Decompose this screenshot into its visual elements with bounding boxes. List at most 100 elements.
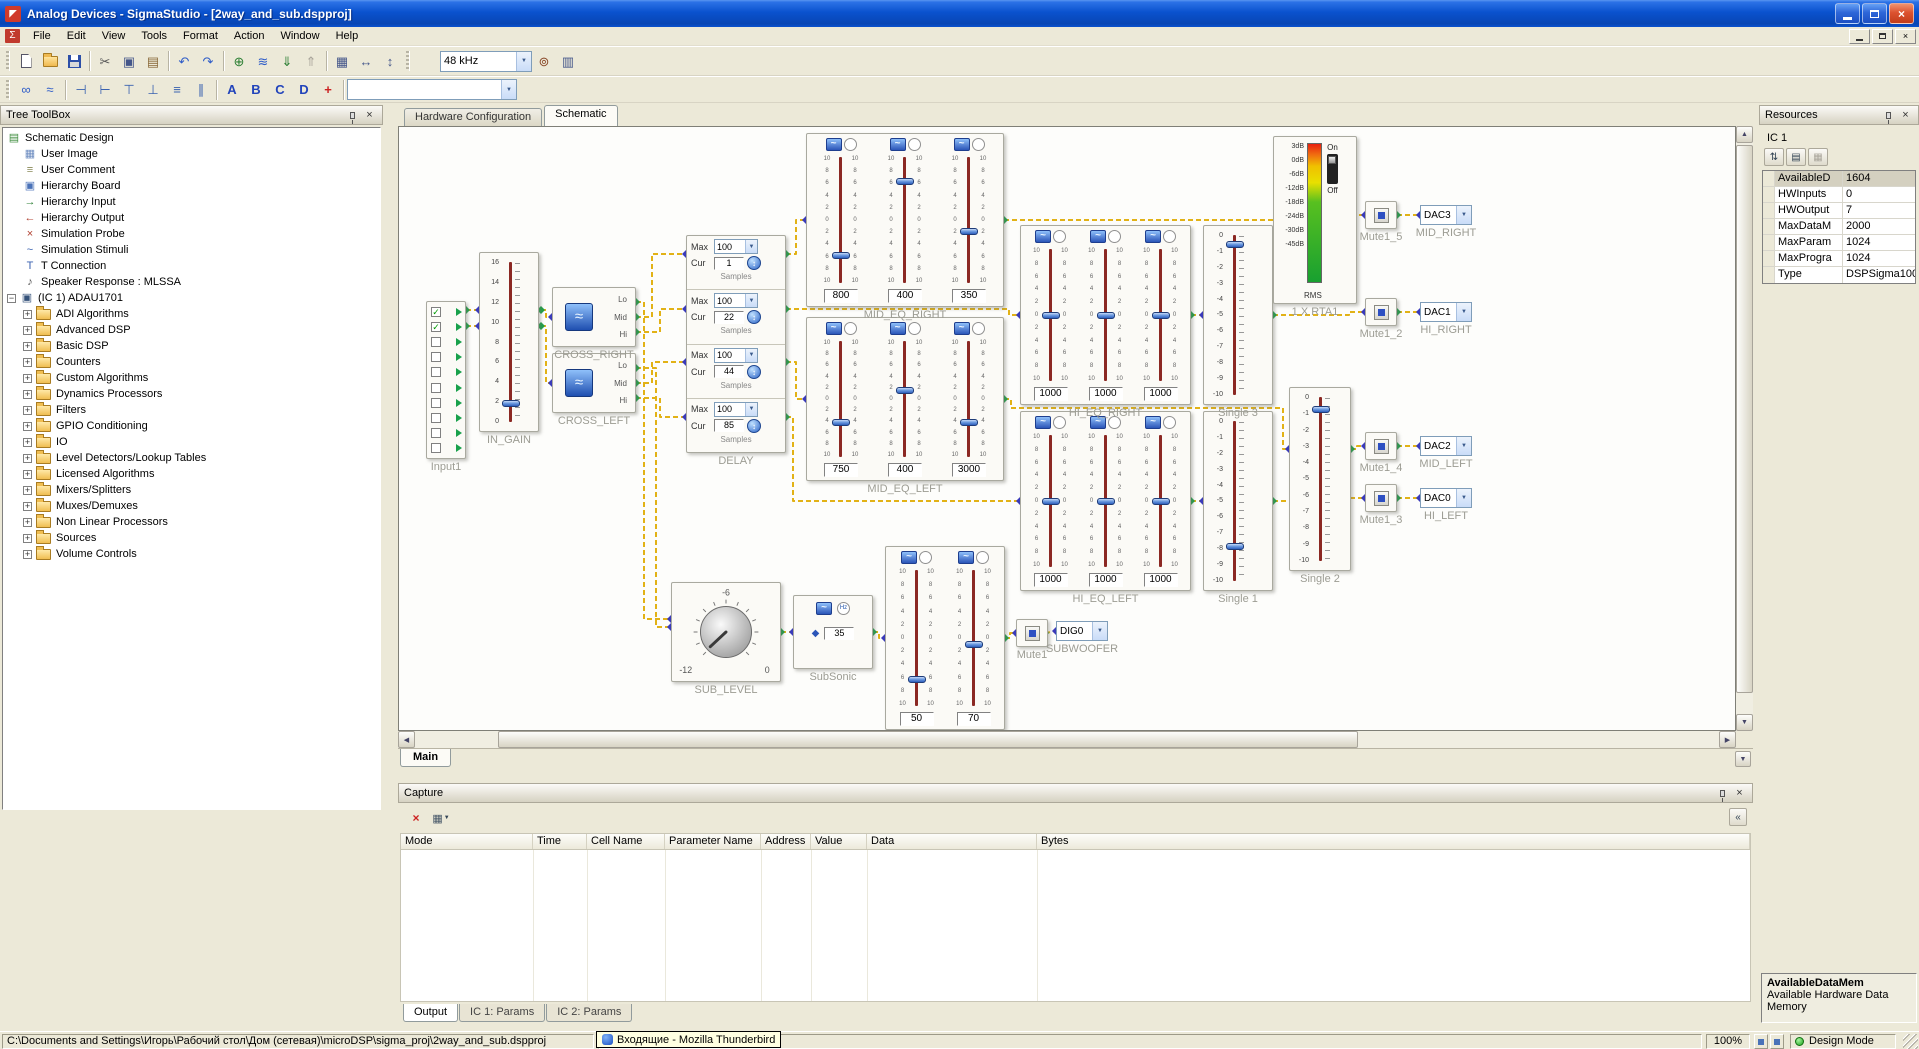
slider-handle[interactable] <box>1312 406 1330 414</box>
filter-response-icon[interactable]: ~ <box>889 138 906 151</box>
distribute-horizontal-icon[interactable]: ≡ <box>165 78 189 101</box>
align-left-icon[interactable]: ⊣ <box>69 78 93 101</box>
filter-response-icon[interactable]: ~ <box>1145 230 1161 243</box>
property-row[interactable]: Type DSPSigma100 <box>1763 267 1915 283</box>
open-project-icon[interactable] <box>38 50 62 73</box>
save-project-icon[interactable] <box>62 50 86 73</box>
frequency-value[interactable]: 350 <box>952 289 986 303</box>
slider-handle[interactable] <box>964 640 983 648</box>
settings-icon[interactable]: ⊚ <box>532 50 556 73</box>
tree-item[interactable]: + Volume Controls <box>3 545 380 562</box>
tab-ic-1-params[interactable]: IC 1: Params <box>459 1004 546 1022</box>
gain-slider[interactable] <box>1151 245 1170 385</box>
resize-grip[interactable] <box>1903 1034 1918 1049</box>
capture-table-body[interactable] <box>400 850 1751 1002</box>
probe-icon[interactable]: ⊕ <box>227 50 251 73</box>
signal-wire[interactable] <box>786 219 806 255</box>
column-header-value[interactable]: Value <box>811 834 867 849</box>
tree-item[interactable]: + IO <box>3 433 380 450</box>
tree-item[interactable]: + GPIO Conditioning <box>3 417 380 434</box>
band-bypass-icon[interactable] <box>843 138 857 151</box>
dropdown-arrow-icon[interactable]: ▼ <box>501 80 516 99</box>
frequency-value[interactable]: 1000 <box>1088 573 1123 587</box>
band-bypass-icon[interactable] <box>1108 230 1121 243</box>
menu-tools[interactable]: Tools <box>133 28 175 44</box>
tab-hardware-configuration[interactable]: Hardware Configuration <box>404 108 543 126</box>
fit-height-icon[interactable]: ↕ <box>378 50 402 73</box>
expander-icon[interactable]: + <box>23 373 32 383</box>
expander-icon[interactable]: − <box>7 293 16 303</box>
expander-icon[interactable]: + <box>23 485 32 495</box>
tab-ic-2-params[interactable]: IC 2: Params <box>546 1004 633 1022</box>
subsonic-block[interactable]: ~ Hz ◆ 35 <box>793 595 873 669</box>
cut-icon[interactable]: ✂ <box>93 50 117 73</box>
gain-slider[interactable] <box>960 153 978 287</box>
spin-control-icon[interactable]: ↕ <box>747 310 761 325</box>
property-row[interactable]: AvailableD 1604 <box>1763 171 1915 187</box>
tree-item[interactable]: ♪ Speaker Response : MLSSA <box>3 274 380 290</box>
slider-handle[interactable] <box>896 386 914 394</box>
column-header-bytes[interactable]: Bytes <box>1037 834 1750 849</box>
tree-root-0[interactable]: ▤ Schematic Design <box>3 130 380 146</box>
property-row[interactable]: MaxProgra 1024 <box>1763 251 1915 267</box>
expander-icon[interactable]: + <box>23 501 32 511</box>
tree-item[interactable]: ▦ User Image <box>3 146 380 162</box>
channel-checkbox[interactable] <box>431 397 441 408</box>
spin-control-icon[interactable]: ↕ <box>747 364 761 379</box>
paste-icon[interactable]: ▤ <box>141 50 165 73</box>
channel-checkbox[interactable] <box>431 413 441 424</box>
slider-handle[interactable] <box>1096 497 1115 505</box>
band-bypass-icon[interactable] <box>919 551 932 564</box>
dropdown-arrow-icon[interactable]: ▼ <box>1092 622 1107 640</box>
slider-handle[interactable] <box>1041 311 1060 319</box>
filter-response-icon[interactable]: ~ <box>889 322 906 335</box>
gain-slider[interactable] <box>964 566 983 710</box>
tree-item[interactable]: + Muxes/Demuxes <box>3 497 380 514</box>
band-bypass-icon[interactable] <box>907 138 921 151</box>
property-row[interactable]: HWInputs 0 <box>1763 187 1915 203</box>
spin-control-icon[interactable]: ↕ <box>747 418 761 433</box>
channel-checkbox[interactable]: ✓ <box>431 321 441 332</box>
frequency-value[interactable]: 1000 <box>1143 573 1178 587</box>
sort-categorized-icon[interactable]: ⇅ <box>1764 148 1784 166</box>
dropdown-arrow-icon[interactable]: ▼ <box>1456 206 1471 224</box>
signal-wire[interactable] <box>636 361 686 384</box>
schematic-canvas[interactable]: ✓ ✓ Input1 16 14 12 10 8 6 4 2 0 IN_GAIN ≈ Lo Mid Hi CROS… <box>398 126 1736 731</box>
frequency-value[interactable]: 1000 <box>1033 387 1068 401</box>
menu-edit[interactable]: Edit <box>59 28 94 44</box>
dropdown-arrow-icon[interactable]: ▼ <box>516 51 531 71</box>
tree-item[interactable]: + Basic DSP <box>3 337 380 354</box>
tree-item[interactable]: + Sources <box>3 529 380 546</box>
restore-button[interactable] <box>1862 3 1887 24</box>
link-compile-download-icon[interactable]: ≋ <box>251 50 275 73</box>
mdi-restore-button[interactable] <box>1872 28 1893 44</box>
expander-icon[interactable]: + <box>23 517 32 527</box>
expander-icon[interactable]: + <box>23 405 32 415</box>
scroll-up-icon[interactable]: ▲ <box>1736 126 1753 143</box>
style-a-button[interactable]: A <box>220 78 244 101</box>
expander-icon[interactable]: + <box>23 325 32 335</box>
mute1_5-block[interactable] <box>1365 201 1397 229</box>
rta1-block[interactable]: 3dB 0dB -6dB -12dB -18dB -24dB -30dB -45dB On Off… <box>1273 136 1357 304</box>
hi_eq_left-block[interactable]: ~10 8 6 4 2 0 2 4 6 8 10 10 8 6 4 2 0 2 4 6 8 10 1000 ~10 8 6 4 2 0 2… <box>1020 411 1191 591</box>
gain-slider[interactable] <box>832 153 850 287</box>
tree-root-1[interactable]: − ▣ (IC 1) ADAU1701 <box>3 290 380 306</box>
copy-icon[interactable]: ▣ <box>117 50 141 73</box>
level-slider[interactable] <box>1312 393 1330 565</box>
expander-icon[interactable]: + <box>23 421 32 431</box>
in_gain-block[interactable]: 16 14 12 10 8 6 4 2 0 <box>479 252 539 432</box>
slider-handle[interactable] <box>1096 311 1115 319</box>
menu-help[interactable]: Help <box>328 28 367 44</box>
tab-schematic[interactable]: Schematic <box>544 105 618 126</box>
dropdown-arrow-icon[interactable]: ▼ <box>1456 303 1471 321</box>
delay-current-value[interactable]: 44 <box>714 365 744 378</box>
dropdown-arrow-icon[interactable]: ▼ <box>745 348 757 362</box>
output-window-icon[interactable]: ▥ <box>556 50 580 73</box>
property-row[interactable]: MaxParam 1024 <box>1763 235 1915 251</box>
column-header-mode[interactable]: Mode <box>401 834 533 849</box>
cross_right-block[interactable]: ≈ Lo Mid Hi <box>552 287 636 347</box>
output-channel-select[interactable]: DIG0 ▼ <box>1056 621 1108 641</box>
frequency-value[interactable]: 750 <box>824 463 858 477</box>
dac0-block[interactable]: DAC0 ▼ <box>1420 488 1472 508</box>
pin-icon[interactable] <box>1715 786 1730 802</box>
